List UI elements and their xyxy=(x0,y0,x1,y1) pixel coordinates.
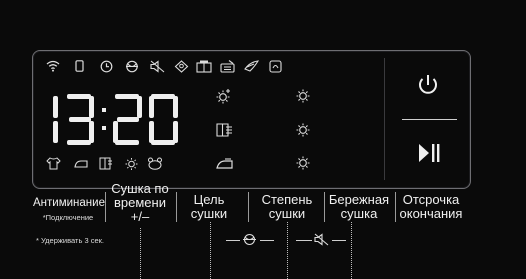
combo-line xyxy=(296,240,312,241)
filter-icon xyxy=(269,60,282,77)
wardrobe-icon xyxy=(196,60,213,77)
label-separator xyxy=(176,192,177,222)
leader-line xyxy=(287,222,288,279)
gentle-dry-button[interactable]: Бережная сушка xyxy=(326,193,392,221)
delay-end-button[interactable]: Отсрочка окончания xyxy=(396,193,466,221)
control-panel: Антиминание *Подключение Сушка по времен… xyxy=(0,0,526,279)
dry-level-1-icon xyxy=(294,155,312,175)
wifi-icon xyxy=(46,60,60,76)
dry-level-3-icon xyxy=(294,88,312,108)
anti-crease-label: Антиминание xyxy=(33,197,105,209)
play-pause-icon xyxy=(419,144,440,162)
label-separator xyxy=(395,192,396,222)
phone-icon xyxy=(75,60,84,76)
extra-dry-icon xyxy=(215,88,233,108)
panel-divider xyxy=(384,58,385,180)
target-dry-button[interactable]: Цель сушки xyxy=(180,193,238,221)
label-separator xyxy=(248,192,249,222)
time-display xyxy=(45,94,185,146)
iron-dry-icon xyxy=(220,60,236,77)
anti-crease-icon xyxy=(125,60,140,77)
dry-level-button[interactable]: Степень сушки xyxy=(258,193,316,221)
combo-line xyxy=(260,240,274,241)
iron-small-icon xyxy=(74,157,89,173)
dry-level-2-icon xyxy=(294,122,312,142)
child-lock-icon xyxy=(174,60,189,77)
clock-icon xyxy=(100,60,113,77)
anti-crease-button[interactable]: Антиминание xyxy=(33,196,105,210)
leader-line xyxy=(351,222,352,279)
bear-icon xyxy=(147,157,163,174)
shirt-icon xyxy=(46,157,61,174)
mute-icon xyxy=(150,60,165,77)
leader-line xyxy=(210,222,211,279)
anti-crease-combo-icon xyxy=(242,233,258,249)
iron-icon xyxy=(216,157,234,175)
combo-line xyxy=(226,240,240,241)
delicate-icon xyxy=(244,60,260,77)
wardrobe-dry-icon xyxy=(215,122,233,142)
label-separator xyxy=(105,192,106,222)
power-icon xyxy=(419,75,437,94)
time-dry-button[interactable]: Сушка по времени +/– xyxy=(108,182,172,224)
hold-note: * Удерживать 3 сек. xyxy=(36,236,104,245)
label-separator xyxy=(324,192,325,222)
cupboard-icon xyxy=(99,157,113,174)
button-separator xyxy=(402,119,457,120)
connect-note: *Подключение xyxy=(42,213,94,222)
combo-line xyxy=(332,240,346,241)
play-pause-button[interactable] xyxy=(414,138,444,168)
power-button[interactable] xyxy=(413,70,443,100)
leader-line xyxy=(140,228,141,279)
sun-icon xyxy=(124,157,139,175)
mute-combo-icon xyxy=(314,233,329,249)
